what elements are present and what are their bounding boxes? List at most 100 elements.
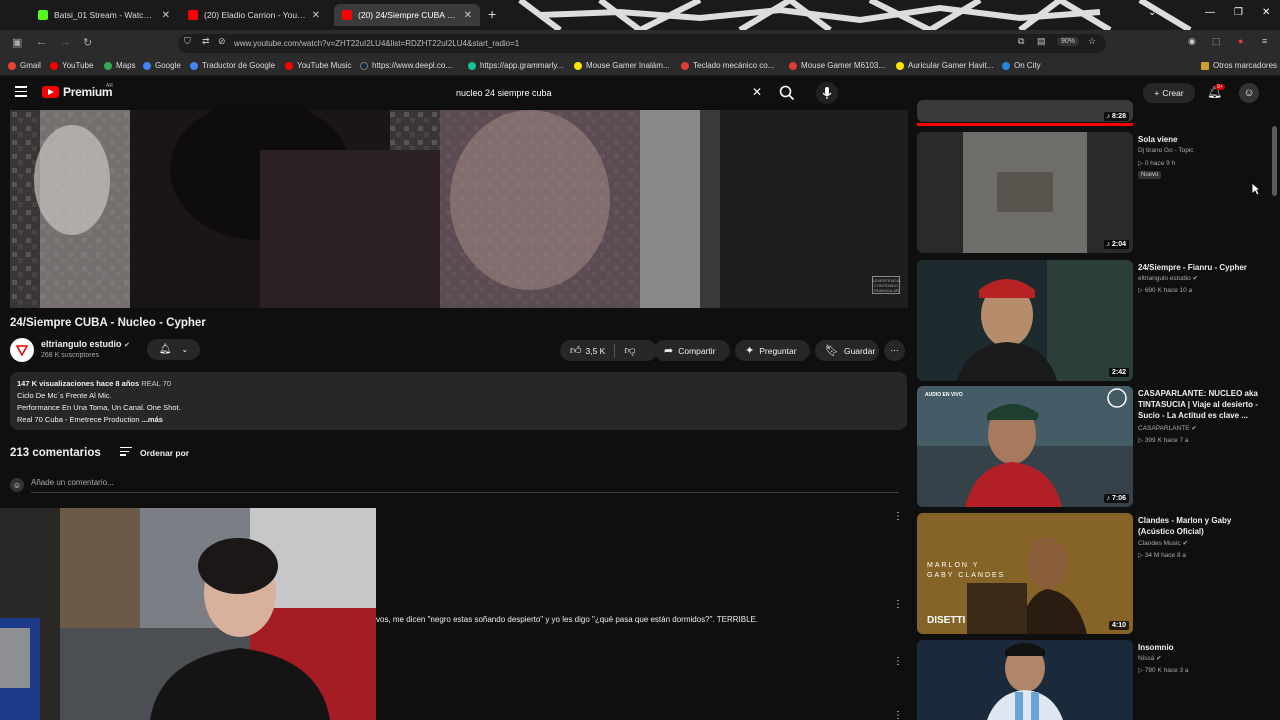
create-button[interactable]: + Crear: [1143, 83, 1195, 103]
other-bookmarks[interactable]: Otros marcadores: [1201, 61, 1277, 70]
subscribed-bell-button[interactable]: 🔔︎ ⌄: [147, 339, 200, 360]
logo-text: Premium: [63, 85, 113, 99]
bookmark-youtube[interactable]: YouTube: [50, 61, 93, 70]
forward-icon[interactable]: →: [60, 36, 71, 48]
reload-icon[interactable]: ↻: [83, 36, 92, 49]
lock-icon[interactable]: ⊘: [218, 36, 226, 47]
recommendation-title[interactable]: Clandes - Marlon y Gaby (Acústico Oficia…: [1138, 515, 1262, 537]
restore-icon[interactable]: ❐: [1234, 7, 1243, 18]
more-actions-button[interactable]: ⋯: [884, 340, 905, 361]
share-button[interactable]: ➦ Compartir: [654, 340, 730, 361]
recommendation-thumbnail[interactable]: ♪ 8:28: [917, 100, 1133, 122]
recommendation-channel[interactable]: Nissa ✔: [1138, 654, 1162, 662]
extension-badge-icon[interactable]: ●: [1238, 36, 1243, 46]
page-scrollbar[interactable]: [1272, 126, 1277, 196]
new-tab-button[interactable]: +: [488, 6, 496, 22]
recommendation-title[interactable]: CASAPARLANTE: NUCLEO aka TINTASUCIA | Vi…: [1138, 388, 1262, 421]
bookmark-star-icon[interactable]: ☆: [1088, 36, 1096, 47]
sort-comments-button[interactable]: Ordenar por: [120, 447, 189, 458]
recommendation-channel[interactable]: Clandes Music ✔: [1138, 539, 1188, 547]
minimize-icon[interactable]: —: [1205, 7, 1215, 18]
recommendation-meta: ▷ 399 K hace 7 a: [1138, 437, 1189, 444]
close-tab-icon[interactable]: ✕: [464, 10, 472, 21]
account-avatar[interactable]: ☺: [1239, 83, 1259, 103]
channel-name[interactable]: eltriangulo estudio ✔: [41, 339, 130, 349]
bookmark-grammarly[interactable]: https://app.grammarly...: [468, 61, 563, 70]
dislike-button[interactable]: 👎︎: [624, 344, 635, 357]
recommendation-title[interactable]: Sola viene: [1138, 134, 1262, 145]
tab-list-chevron-icon[interactable]: ⌄: [1148, 7, 1156, 18]
bookmark-mouse-gamer[interactable]: Mouse Gamer Inalám...: [574, 61, 670, 70]
comment-more-icon[interactable]: ⋮: [893, 656, 903, 667]
comment-more-icon[interactable]: ⋮: [893, 710, 903, 720]
tab-kick-stream[interactable]: Batsi_01 Stream - Watch Live on ✕: [30, 4, 178, 26]
microphone-icon: [822, 87, 832, 99]
recommendation-thumbnail[interactable]: [917, 640, 1133, 720]
reader-icon[interactable]: ▤: [1037, 36, 1046, 47]
save-button[interactable]: 🔖︎ Guardar: [815, 340, 879, 361]
show-more-link[interactable]: ...más: [142, 415, 163, 424]
comment-more-icon[interactable]: ⋮: [893, 599, 903, 610]
bookmark-deepl[interactable]: https://www.deepl.co...: [360, 61, 452, 70]
recommendation-channel[interactable]: CASAPARLANTE ✔: [1138, 424, 1197, 432]
youtube-icon: [50, 61, 58, 70]
clear-search-icon[interactable]: ✕: [752, 85, 762, 99]
voice-search-button[interactable]: [816, 82, 838, 104]
bookmark-teclado[interactable]: Teclado mecánico co...: [681, 61, 774, 70]
zoom-level[interactable]: 90%: [1057, 37, 1080, 46]
account-icon[interactable]: ◉: [1188, 36, 1196, 47]
gmail-icon: [8, 61, 16, 70]
bookmark-gmail[interactable]: Gmail: [8, 61, 41, 70]
youtube-premium-logo[interactable]: Premium AR: [42, 83, 113, 99]
extensions-icon[interactable]: ⬚: [1212, 36, 1221, 47]
recommendation-title[interactable]: Insomnio: [1138, 642, 1262, 653]
sidebar-toggle-icon[interactable]: ▣: [12, 36, 22, 49]
recommendation-thumbnail[interactable]: AUDIO EN VIVO ♪ 7:06: [917, 386, 1133, 507]
recommendation-thumbnail[interactable]: 2:42: [917, 260, 1133, 381]
bookmark-auricular[interactable]: Auricular Gamer Havit...: [896, 61, 993, 70]
bookmark-on-city[interactable]: On City: [1002, 61, 1041, 70]
ask-button[interactable]: ✦ Preguntar: [735, 340, 810, 361]
description-box[interactable]: 147 K visualizaciones hace 8 años REAL 7…: [10, 372, 907, 430]
tab-current-video[interactable]: (20) 24/Siempre CUBA - Nucleo ✕: [334, 4, 480, 26]
bookmark-translate[interactable]: Traductor de Google: [190, 61, 275, 70]
tab-title: (20) Eladio Carrion - YouTube: [204, 10, 306, 20]
shield-icon[interactable]: ⛉: [184, 36, 191, 47]
tab-eladio-carrion[interactable]: (20) Eladio Carrion - YouTube ✕: [180, 4, 328, 26]
add-comment-input[interactable]: Añade un comentario...: [31, 478, 899, 493]
description-tag[interactable]: REAL 70: [141, 379, 171, 388]
back-icon[interactable]: ←: [36, 36, 47, 48]
address-bar[interactable]: www.youtube.com/watch?v=ZHT22uI2LU4&list…: [178, 34, 1106, 53]
translate-icon: [190, 61, 198, 70]
menu-icon[interactable]: ≡: [1262, 36, 1267, 46]
video-player[interactable]: ADVERTENCIA CONTENIDO TRIANGULAR: [10, 110, 908, 308]
screenshot-icon[interactable]: ⧉: [1018, 36, 1024, 47]
bookmark-maps[interactable]: Maps: [104, 61, 136, 70]
mouse-cursor-icon: [1251, 182, 1261, 196]
comments-count: 213 comentarios: [10, 447, 101, 459]
search-input[interactable]: nucleo 24 siempre cuba: [446, 83, 773, 103]
recommendation-meta: ▷ 690 K hace 10 a: [1138, 287, 1193, 294]
window-close-icon[interactable]: ✕: [1262, 7, 1270, 18]
bookmark-mouse-m6103[interactable]: Mouse Gamer M6103...: [789, 61, 885, 70]
bookmark-google[interactable]: Google: [143, 61, 181, 70]
sort-label: Ordenar por: [140, 447, 190, 458]
channel-avatar[interactable]: [10, 338, 34, 362]
recommendation-thumbnail[interactable]: ♪ 2:04: [917, 132, 1133, 253]
comment-more-icon[interactable]: ⋮: [893, 511, 903, 522]
triangle-logo-icon: [15, 345, 29, 357]
close-tab-icon[interactable]: ✕: [162, 10, 170, 21]
search-icon[interactable]: [778, 84, 796, 102]
like-count: 3,5 K: [585, 345, 606, 356]
bookmark-youtube-music[interactable]: YouTube Music: [285, 61, 352, 70]
mercadolibre-icon: [896, 61, 904, 70]
recommendation-channel[interactable]: eltriangulo estudio ✔: [1138, 274, 1198, 282]
recommendation-title[interactable]: 24/Siempre - Fianru - Cypher: [1138, 262, 1262, 273]
recommendation-thumbnail[interactable]: MARLON Y GABY CLANDES DISETTI 4:10: [917, 513, 1133, 634]
site-settings-icon[interactable]: ⇄: [202, 36, 210, 47]
close-tab-icon[interactable]: ✕: [312, 10, 320, 21]
like-button[interactable]: 👍︎ 3,5 K: [570, 344, 605, 357]
hamburger-menu-icon[interactable]: [15, 86, 27, 97]
recommendation-channel[interactable]: Dj tirano Go - Topic: [1138, 147, 1194, 154]
watched-progress-bar: [917, 123, 1133, 126]
